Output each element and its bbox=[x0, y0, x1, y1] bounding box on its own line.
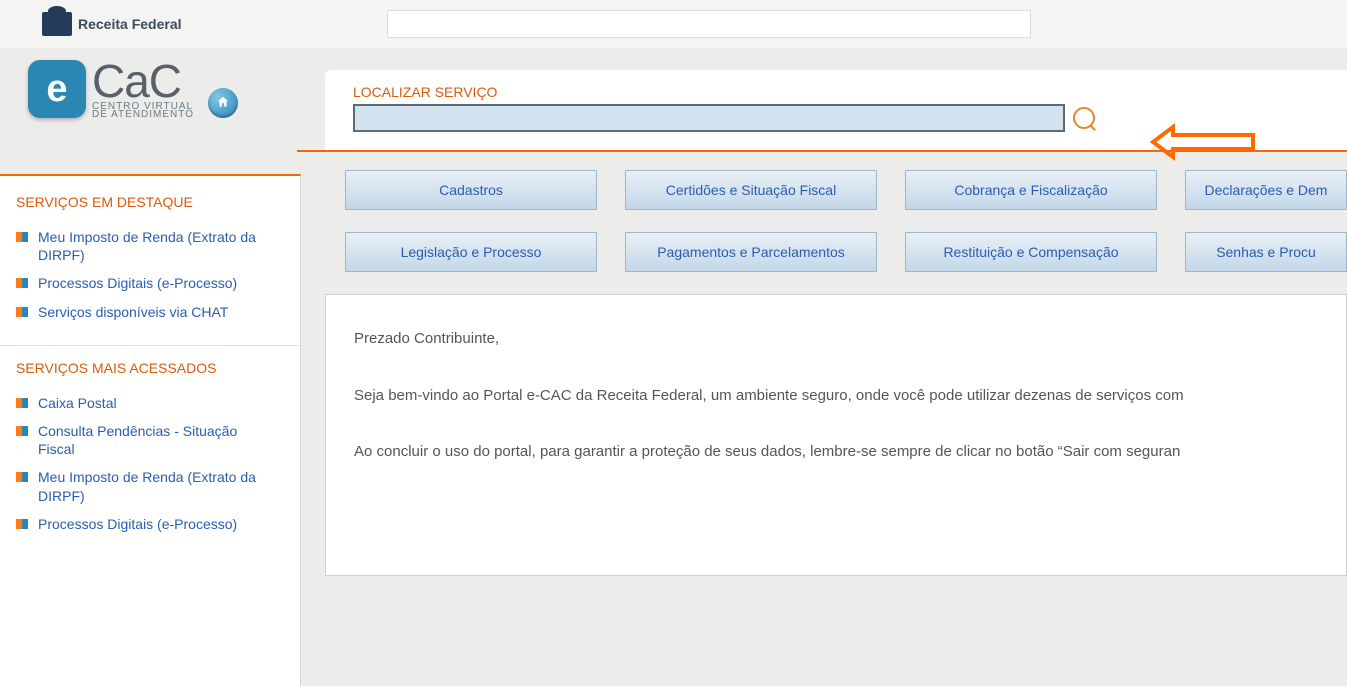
bullet-icon bbox=[16, 307, 28, 317]
sidebar-acessados-title: SERVIÇOS MAIS ACESSADOS bbox=[0, 352, 300, 384]
ecac-sub2: DE ATENDIMENTO bbox=[92, 110, 194, 120]
search-icon[interactable] bbox=[1073, 107, 1095, 129]
top-bar: Receita Federal bbox=[0, 0, 1347, 48]
home-icon bbox=[216, 95, 230, 112]
bullet-icon bbox=[16, 278, 28, 288]
search-label: LOCALIZAR SERVIÇO bbox=[353, 84, 1319, 100]
category-label: Declarações e Dem bbox=[1205, 182, 1328, 198]
bullet-icon bbox=[16, 398, 28, 408]
sidebar-destaque-title: SERVIÇOS EM DESTAQUE bbox=[0, 186, 300, 218]
sidebar-item-destaque-0[interactable]: Meu Imposto de Renda (Extrato da DIRPF) bbox=[38, 228, 268, 264]
category-senhas[interactable]: Senhas e Procu bbox=[1185, 232, 1347, 272]
bullet-icon bbox=[16, 426, 28, 436]
category-cadastros[interactable]: Cadastros bbox=[345, 170, 597, 210]
search-input[interactable] bbox=[353, 104, 1065, 132]
annotation-arrow-icon bbox=[1143, 122, 1263, 167]
sidebar-item-acessados-1[interactable]: Consulta Pendências - Situação Fiscal bbox=[38, 422, 268, 458]
sidebar-item-acessados-2[interactable]: Meu Imposto de Renda (Extrato da DIRPF) bbox=[38, 468, 268, 504]
welcome-line-1: Seja bem-vindo ao Portal e-CAC da Receit… bbox=[354, 382, 1318, 411]
category-label: Cadastros bbox=[439, 182, 503, 198]
category-label: Restituição e Compensação bbox=[943, 244, 1118, 260]
search-panel: LOCALIZAR SERVIÇO bbox=[325, 70, 1347, 150]
ecac-e-badge-icon: e bbox=[28, 60, 86, 118]
sidebar-item-destaque-2[interactable]: Serviços disponíveis via CHAT bbox=[38, 303, 228, 321]
bullet-icon bbox=[16, 232, 28, 242]
sidebar-item-destaque-1[interactable]: Processos Digitais (e-Processo) bbox=[38, 274, 237, 292]
category-label: Senhas e Procu bbox=[1216, 244, 1316, 260]
bullet-icon bbox=[16, 472, 28, 482]
ecac-logo-block: e CaC CENTRO VIRTUAL DE ATENDIMENTO bbox=[0, 48, 297, 120]
category-restituicao[interactable]: Restituição e Compensação bbox=[905, 232, 1157, 272]
sidebar-item-acessados-0[interactable]: Caixa Postal bbox=[38, 394, 117, 412]
welcome-line-2: Ao concluir o uso do portal, para garant… bbox=[354, 438, 1318, 467]
bullet-icon bbox=[16, 519, 28, 529]
category-label: Legislação e Processo bbox=[401, 244, 542, 260]
category-declaracoes[interactable]: Declarações e Dem bbox=[1185, 170, 1347, 210]
top-blank-input[interactable] bbox=[387, 10, 1031, 38]
ecac-cac-text: CaC bbox=[92, 58, 194, 104]
orange-divider bbox=[297, 150, 1347, 152]
category-cobranca[interactable]: Cobrança e Fiscalização bbox=[905, 170, 1157, 210]
category-label: Cobrança e Fiscalização bbox=[954, 182, 1107, 198]
welcome-panel: Prezado Contribuinte, Seja bem-vindo ao … bbox=[325, 294, 1347, 576]
sidebar: SERVIÇOS EM DESTAQUE Meu Imposto de Rend… bbox=[0, 174, 301, 686]
category-label: Pagamentos e Parcelamentos bbox=[657, 244, 845, 260]
category-legislacao[interactable]: Legislação e Processo bbox=[345, 232, 597, 272]
welcome-greeting: Prezado Contribuinte, bbox=[354, 325, 1318, 354]
category-pagamentos[interactable]: Pagamentos e Parcelamentos bbox=[625, 232, 877, 272]
sidebar-divider bbox=[0, 345, 300, 346]
category-certidoes[interactable]: Certidões e Situação Fiscal bbox=[625, 170, 877, 210]
receita-federal-logo-icon bbox=[42, 12, 72, 36]
category-label: Certidões e Situação Fiscal bbox=[666, 182, 836, 198]
category-grid: Cadastros Certidões e Situação Fiscal Co… bbox=[345, 170, 1347, 272]
org-name: Receita Federal bbox=[78, 16, 182, 32]
sidebar-item-acessados-3[interactable]: Processos Digitais (e-Processo) bbox=[38, 515, 237, 533]
home-button[interactable] bbox=[208, 88, 238, 118]
